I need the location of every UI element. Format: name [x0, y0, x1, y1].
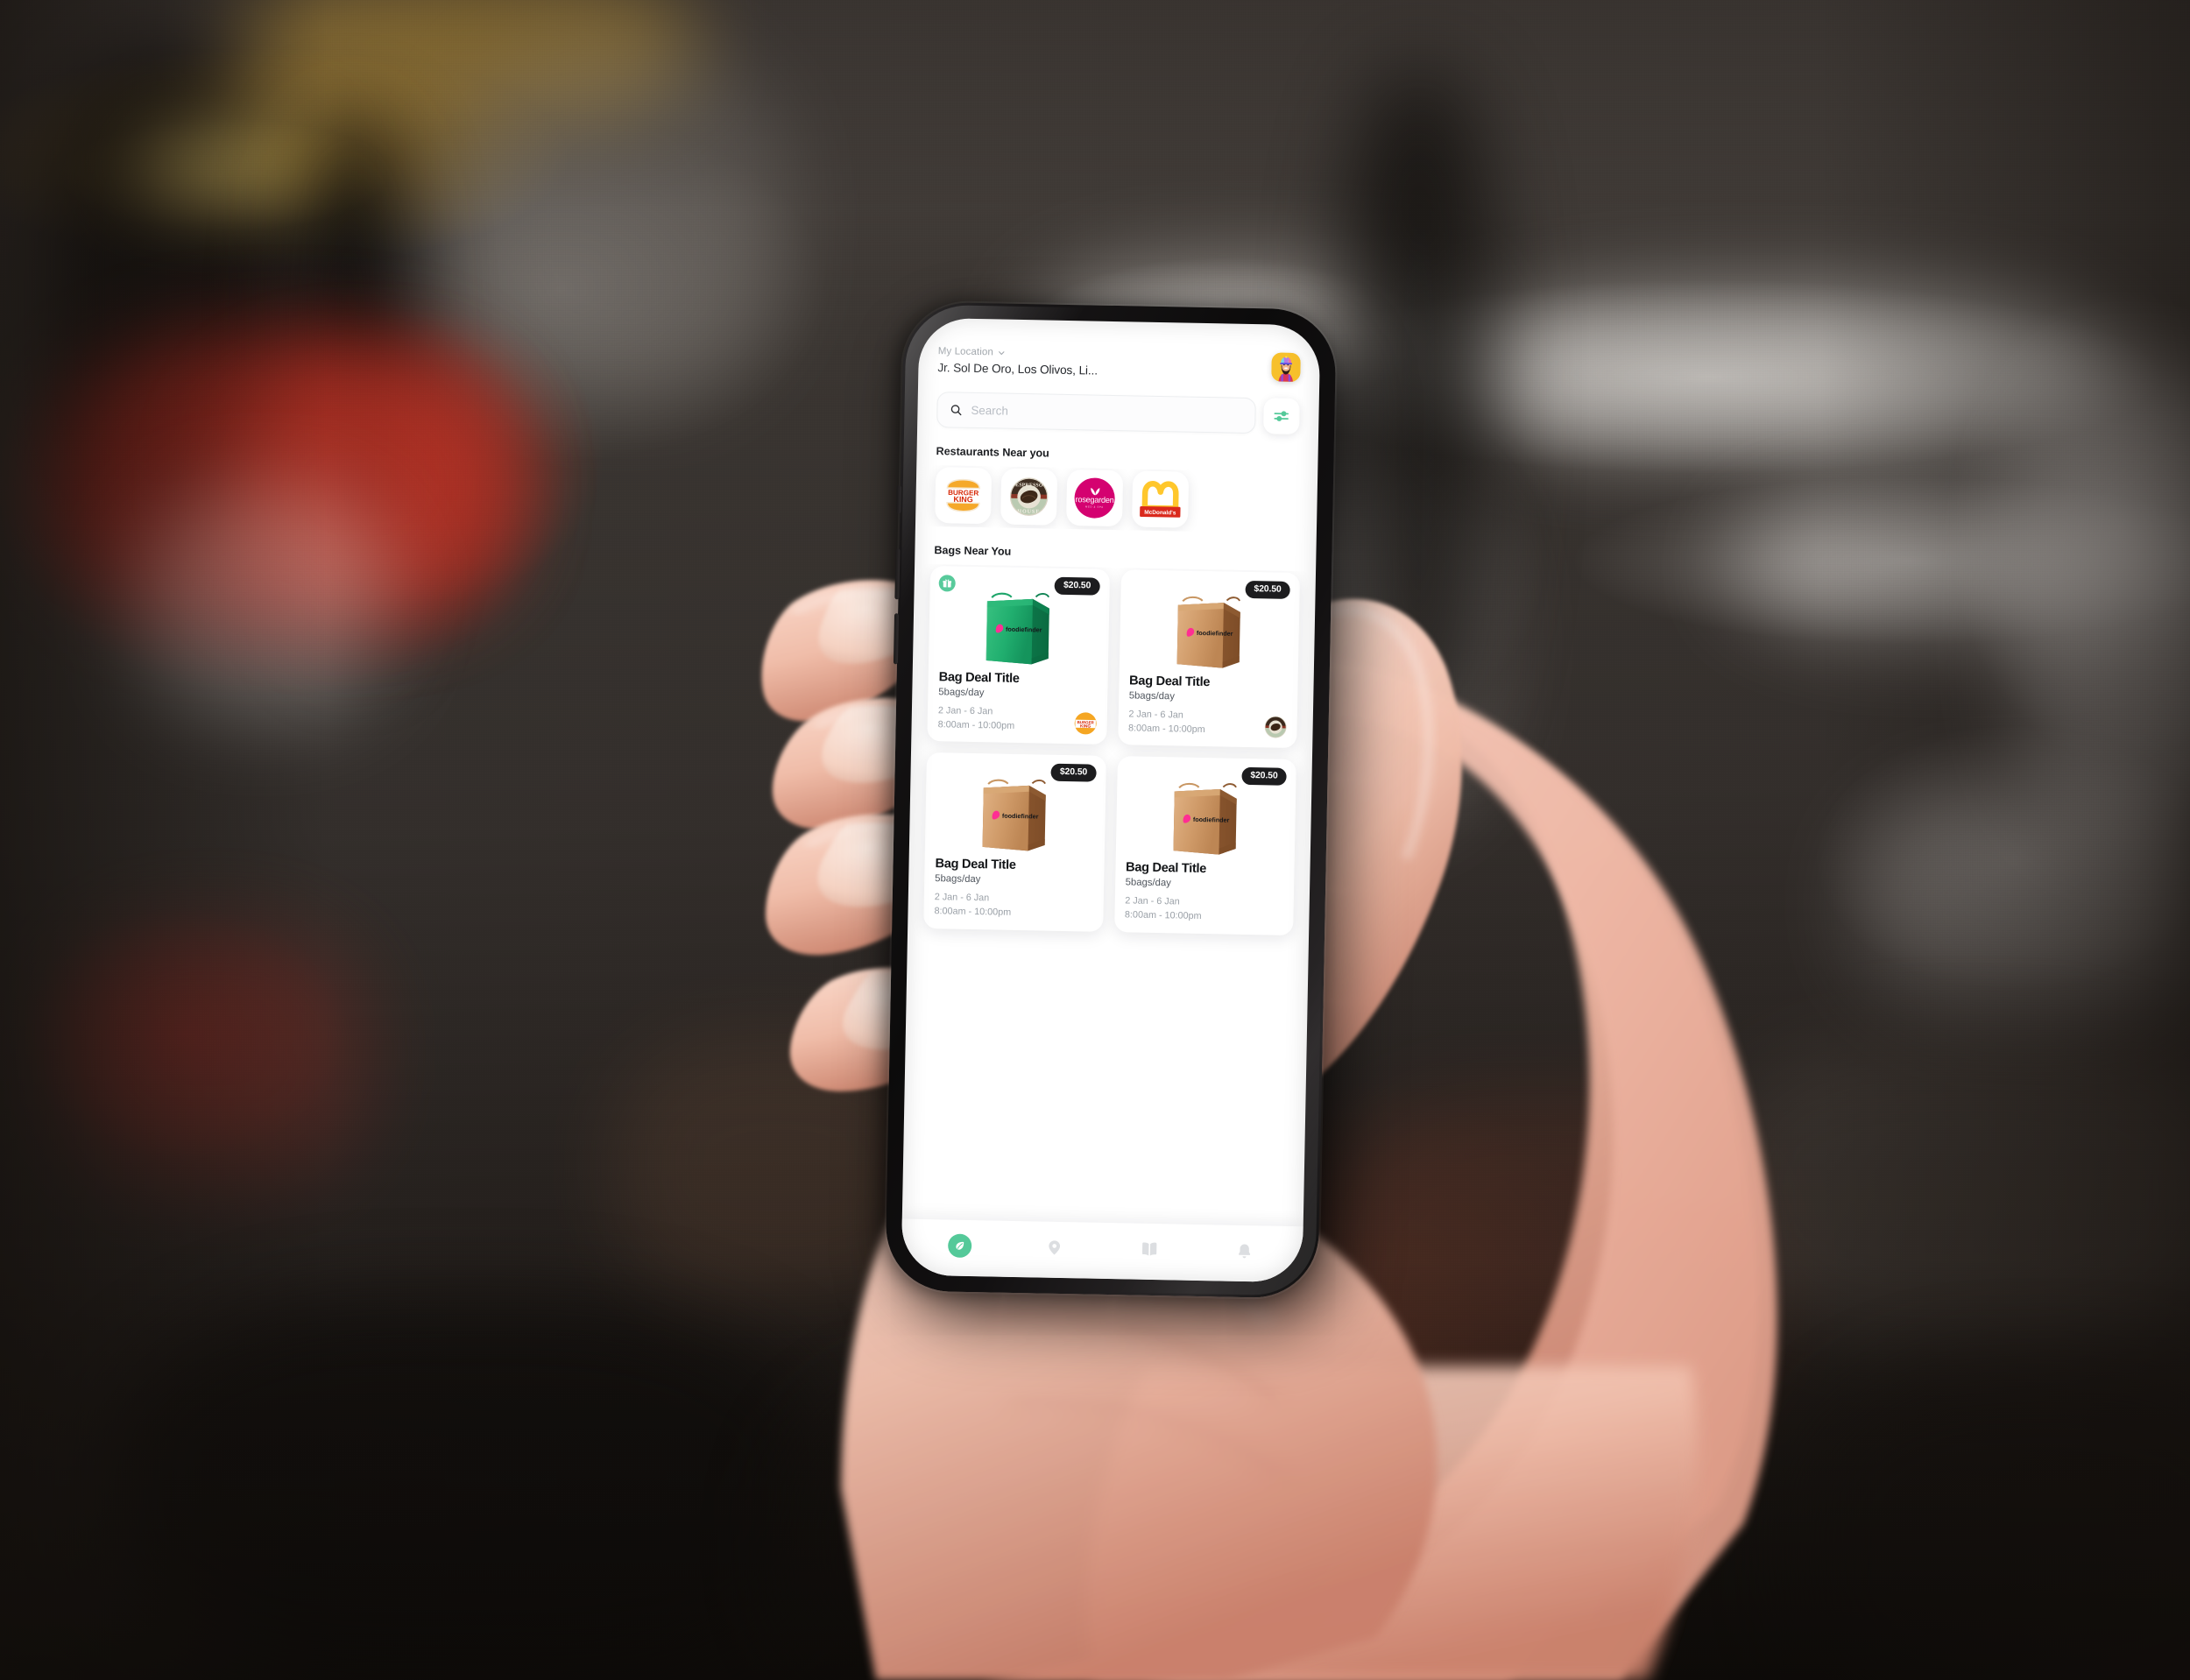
- svg-text:BURGER: BURGER: [1077, 720, 1094, 724]
- location-label: My Location: [937, 346, 994, 358]
- rosegarden-logo: rosegarden MED & SPA: [1074, 477, 1116, 519]
- bag-brand-logo-espresso-house: [1264, 716, 1287, 738]
- bottom-tab-bar: [901, 1218, 1303, 1283]
- tab-home[interactable]: [939, 1230, 980, 1260]
- bag-subtitle: 5bags/day: [935, 873, 981, 886]
- filter-sliders-icon: [1274, 411, 1289, 421]
- bag-time-range: 8:00am - 10:00pm: [934, 906, 1012, 918]
- svg-text:KING: KING: [1080, 724, 1091, 729]
- paper-bag-kraft-illustration: foodiefinder: [1173, 783, 1237, 855]
- phone-volume-down-button[interactable]: [893, 613, 900, 665]
- restaurant-card-espresso-house[interactable]: ESPRESSO HOUSE: [1000, 468, 1058, 526]
- location-block[interactable]: My Location Jr. Sol De Oro, Los Olivos, …: [937, 346, 1098, 377]
- bag-meta-row: 2 Jan - 6 Jan 8:00am - 10:00pm: [1128, 708, 1287, 738]
- restaurant-card-burger-king[interactable]: BURGER KING: [935, 467, 993, 525]
- bag-meta-row: 2 Jan - 6 Jan 8:00am - 10:00pm BURGER KI…: [937, 704, 1097, 735]
- bell-icon: [1239, 1244, 1251, 1258]
- location-label-row[interactable]: My Location: [938, 346, 1099, 360]
- bag-date-range: 2 Jan - 6 Jan: [937, 705, 993, 717]
- bag-date-range: 2 Jan - 6 Jan: [934, 892, 990, 904]
- bags-scroll-area[interactable]: $20.50 foodiefinder Bag Deal Title 5bags…: [902, 564, 1316, 1227]
- svg-text:foodiefinder: foodiefinder: [1006, 625, 1042, 634]
- chevron-down-icon[interactable]: [998, 349, 1006, 356]
- price-badge: $20.50: [1054, 576, 1100, 596]
- price-badge: $20.50: [1241, 767, 1287, 787]
- bag-title: Bag Deal Title: [1125, 860, 1207, 877]
- bag-card[interactable]: $20.50 foodiefinder Bag Deal Title 5bags…: [1117, 569, 1301, 749]
- bag-subtitle: 5bags/day: [1128, 690, 1176, 702]
- bag-card[interactable]: $20.50 foodiefinder Bag Deal Title 5bags…: [1113, 756, 1296, 935]
- paper-bag-kraft-illustration: foodiefinder: [982, 779, 1047, 851]
- paper-bag-kraft-illustration: foodiefinder: [1176, 596, 1240, 668]
- open-book-icon: [1142, 1242, 1157, 1256]
- search-box[interactable]: [936, 392, 1256, 434]
- espresso-house-logo: ESPRESSO HOUSE: [1009, 477, 1049, 516]
- tab-orders[interactable]: [1129, 1234, 1170, 1265]
- app-header: My Location Jr. Sol De Oro, Los Olivos, …: [918, 318, 1320, 383]
- restaurant-card-rosegarden[interactable]: rosegarden MED & SPA: [1066, 469, 1124, 527]
- bag-meta-row: 2 Jan - 6 Jan 8:00am - 10:00pm: [1125, 895, 1283, 926]
- espresso-house-logo: [1264, 716, 1287, 738]
- phone-mute-switch[interactable]: [896, 485, 901, 514]
- bag-title: Bag Deal Title: [1128, 674, 1211, 690]
- search-row: [917, 375, 1319, 435]
- map-pin-icon: [1049, 1239, 1061, 1255]
- bag-time-range: 8:00am - 10:00pm: [1124, 909, 1202, 921]
- price-badge: $20.50: [1245, 580, 1290, 599]
- bag-subtitle: 5bags/day: [938, 687, 985, 699]
- user-avatar[interactable]: [1271, 352, 1301, 383]
- bag-time-range: 8:00am - 10:00pm: [937, 718, 1015, 731]
- bag-time-range: 8:00am - 10:00pm: [1127, 723, 1205, 735]
- search-icon: [950, 405, 962, 416]
- tab-notifications[interactable]: [1225, 1236, 1266, 1267]
- svg-text:McDonald's: McDonald's: [1144, 510, 1176, 517]
- mcdonalds-logo: McDonald's: [1140, 481, 1181, 518]
- leaf-icon: [956, 1241, 964, 1250]
- bag-brand-logo-burger-king: BURGER KING: [1073, 712, 1097, 735]
- bag-date-range: 2 Jan - 6 Jan: [1128, 709, 1183, 721]
- phone-screen: My Location Jr. Sol De Oro, Los Olivos, …: [901, 317, 1321, 1283]
- svg-text:ESPRESSO: ESPRESSO: [1015, 483, 1043, 489]
- smartphone-device: My Location Jr. Sol De Oro, Los Olivos, …: [885, 301, 1337, 1299]
- svg-text:foodiefinder: foodiefinder: [1193, 815, 1230, 824]
- bag-card[interactable]: $20.50 foodiefinder Bag Deal Title 5bags…: [927, 565, 1110, 745]
- restaurant-card-mcdonalds[interactable]: McDonald's: [1131, 470, 1190, 528]
- svg-text:foodiefinder: foodiefinder: [1197, 629, 1233, 638]
- filter-button[interactable]: [1263, 398, 1300, 435]
- bag-subtitle: 5bags/day: [1125, 877, 1171, 889]
- burger-king-logo: BURGER KING: [1074, 714, 1096, 734]
- avatar-illustration: [1271, 352, 1301, 382]
- rosegarden-leaf-icon: [1090, 488, 1099, 496]
- tab-map[interactable]: [1035, 1232, 1076, 1262]
- svg-text:foodiefinder: foodiefinder: [1002, 812, 1039, 821]
- bag-meta-row: 2 Jan - 6 Jan 8:00am - 10:00pm: [934, 891, 1092, 921]
- phone-volume-up-button[interactable]: [894, 548, 901, 600]
- bags-grid: $20.50 foodiefinder Bag Deal Title 5bags…: [908, 564, 1316, 944]
- burger-king-logo: BURGER KING: [944, 478, 982, 512]
- paper-bag-green-illustration: foodiefinder: [986, 592, 1050, 665]
- gift-icon: [943, 579, 952, 588]
- tab-home-active-indicator: [947, 1233, 972, 1258]
- bag-title: Bag Deal Title: [938, 670, 1020, 686]
- bag-date-range: 2 Jan - 6 Jan: [1125, 895, 1180, 907]
- restaurants-rail[interactable]: BURGER KING ESPRESSO HOUSE rosegarden ME…: [915, 465, 1318, 534]
- price-badge: $20.50: [1050, 763, 1097, 782]
- search-input[interactable]: [971, 403, 1243, 422]
- bag-card[interactable]: $20.50 foodiefinder Bag Deal Title 5bags…: [923, 752, 1106, 932]
- bag-title: Bag Deal Title: [935, 857, 1016, 873]
